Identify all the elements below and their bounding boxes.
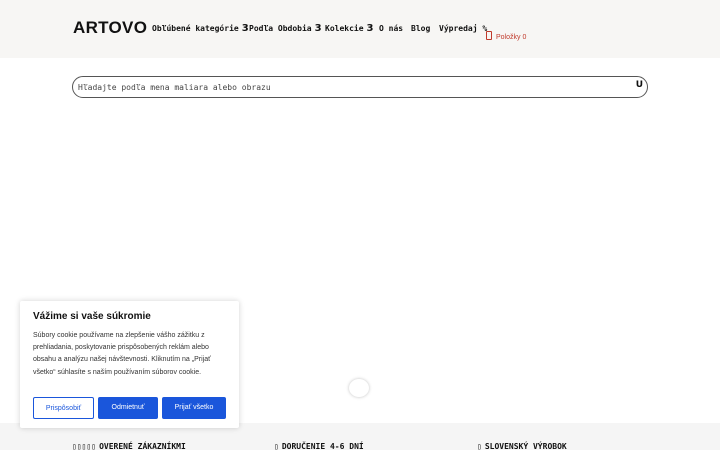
search-icon[interactable]: U [636,80,643,90]
nav-item-about[interactable]: O nás [379,23,403,35]
chevron-down-icon: 3 [314,23,322,34]
nav-item-label: Blog [411,24,431,33]
site-header: ARTOVO Obľúbené kategórie 3 Podľa Obdobia… [0,0,720,58]
shopping-bag-icon [486,31,492,40]
nav-item-label: Výpredaj % [439,24,488,33]
nav-item-sale[interactable]: Výpredaj % [439,23,487,35]
nav-item-by-period[interactable]: Podľa Obdobia 3 [249,23,322,35]
cart-label: Položky 0 [496,34,527,41]
nav-item-collections[interactable]: Kolekcie 3 [325,23,374,35]
nav-item-blog[interactable]: Blog [411,23,430,35]
nav-item-label: Obľúbené kategórie [152,24,239,33]
chevron-down-icon: 3 [241,23,249,34]
logo[interactable]: ARTOVO [73,18,147,38]
cookie-banner-text: Súbory cookie používame na zlepšenie váš… [33,332,211,376]
nav-item-label: Kolekcie [325,24,364,33]
nav-item-label: Podľa Obdobia [249,24,312,33]
search-bar: U [72,76,648,98]
reject-button[interactable]: Odmietnuť [98,397,158,419]
customize-button[interactable]: Prispôsobiť [33,397,94,419]
chevron-down-icon: 3 [366,23,374,34]
cookie-banner-title: Vážime si vaše súkromie [33,311,151,322]
cookie-consent-banner: Vážime si vaše súkromie Súbory cookie po… [20,301,239,428]
nav-item-favorite-categories[interactable]: Obľúbené kategórie 3 [152,23,249,35]
cart-link[interactable]: Položky 0 [486,24,526,43]
search-input[interactable] [78,80,618,94]
nav-item-label: O nás [379,24,404,33]
accept-all-button[interactable]: Prijať všetko [162,397,226,419]
loading-spinner [349,379,369,397]
